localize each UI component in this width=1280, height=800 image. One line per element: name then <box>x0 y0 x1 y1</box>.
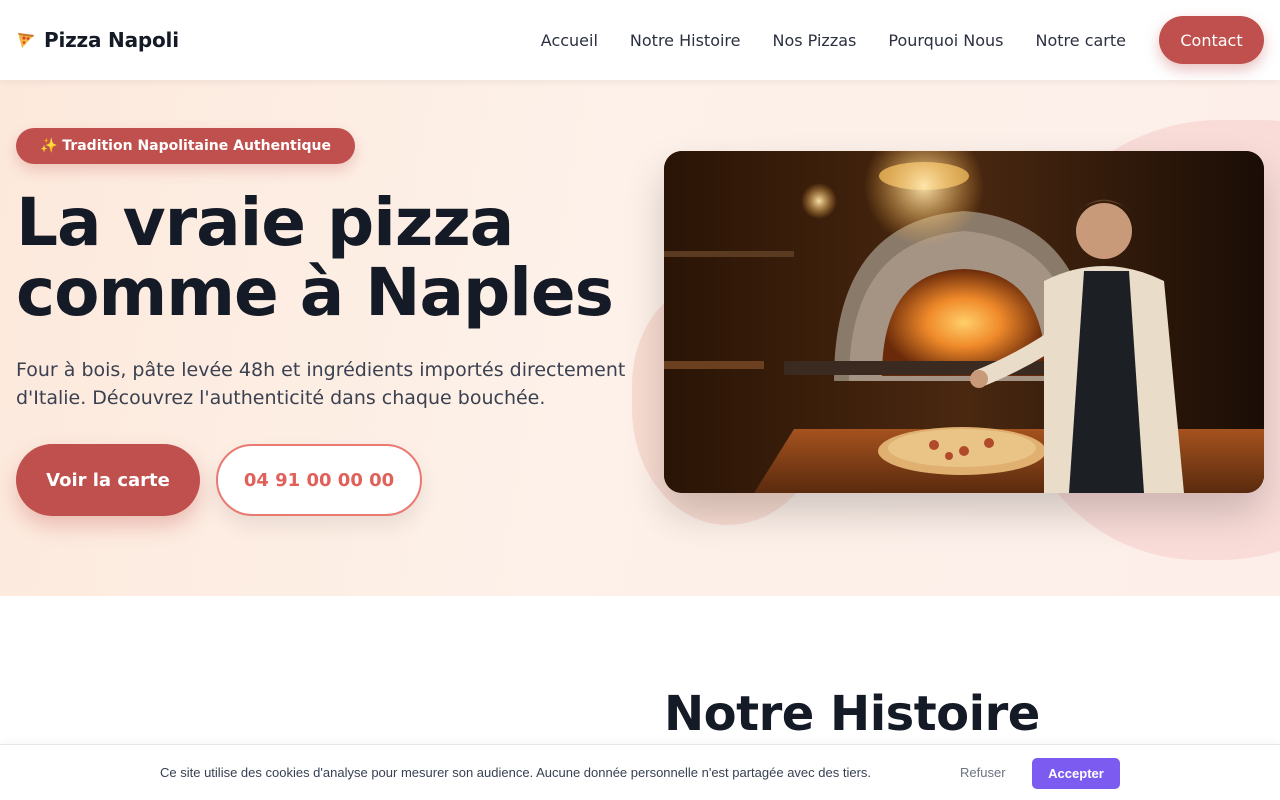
logo[interactable]: Pizza Napoli <box>16 28 179 52</box>
hero-subtitle: Four à bois, pâte levée 48h et ingrédien… <box>16 359 626 409</box>
hero-section: ✨ Tradition Napolitaine Authentique La v… <box>0 80 1280 596</box>
logo-text: Pizza Napoli <box>44 28 179 52</box>
cookie-banner: Ce site utilise des cookies d'analyse po… <box>0 744 1280 800</box>
nav-notre-histoire[interactable]: Notre Histoire <box>630 31 741 50</box>
cookie-refuse-button[interactable]: Refuser <box>960 765 1006 780</box>
nav-notre-carte[interactable]: Notre carte <box>1036 31 1126 50</box>
pizza-slice-icon <box>16 30 36 50</box>
phone-button[interactable]: 04 91 00 00 00 <box>216 444 422 516</box>
contact-button[interactable]: Contact <box>1159 16 1264 64</box>
section-title-histoire: Notre Histoire <box>664 686 1040 742</box>
site-header: Pizza Napoli Accueil Notre Histoire Nos … <box>0 0 1280 80</box>
view-menu-button[interactable]: Voir la carte <box>16 444 200 516</box>
hero-title: La vraie pizza comme à Naples <box>16 184 614 331</box>
cookie-message: Ce site utilise des cookies d'analyse po… <box>160 765 872 780</box>
cookie-accept-button[interactable]: Accepter <box>1032 758 1120 789</box>
pizzaiolo-photo <box>664 151 1264 493</box>
nav-nos-pizzas[interactable]: Nos Pizzas <box>773 31 857 50</box>
nav-accueil[interactable]: Accueil <box>541 31 598 50</box>
main-nav: Accueil Notre Histoire Nos Pizzas Pourqu… <box>541 16 1264 64</box>
tradition-badge: ✨ Tradition Napolitaine Authentique <box>16 128 356 164</box>
nav-pourquoi-nous[interactable]: Pourquoi Nous <box>888 31 1003 50</box>
